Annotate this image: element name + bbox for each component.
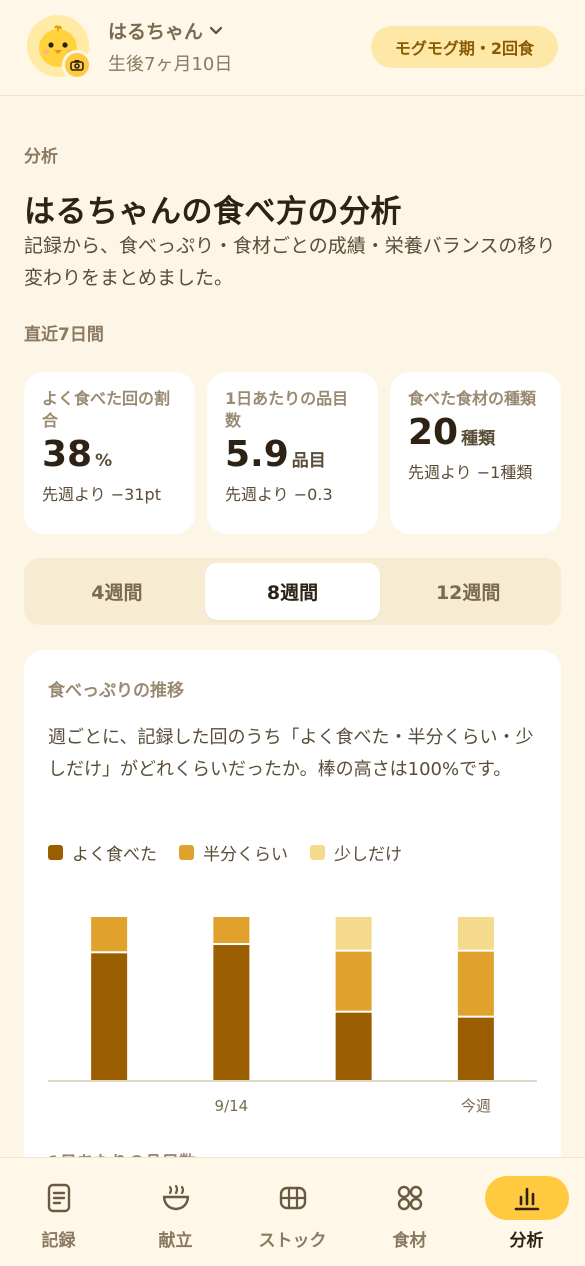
bar-segment-半分くらい <box>335 951 372 1011</box>
nav-label: 記録 <box>41 1231 76 1251</box>
nav-icon-wrap <box>17 1176 101 1220</box>
legend-item: よく食べた <box>48 840 157 865</box>
bottom-nav: 記録 献立 ストック 食材 分析 <box>0 1157 585 1266</box>
menu-bowl-icon <box>162 1184 189 1211</box>
stat-unit: % <box>95 451 113 471</box>
range-tab-12-weeks[interactable]: 12週間 <box>380 563 556 620</box>
chart-description: 週ごとに、記録した回のうち「よく食べた・半分くらい・少しだけ」がどれくらいだった… <box>48 727 534 780</box>
bar-segment-よく食べた <box>91 953 128 1080</box>
camera-icon[interactable] <box>62 50 92 80</box>
ingredients-icon <box>397 1185 422 1211</box>
nav-label: 献立 <box>158 1231 193 1251</box>
legend-swatch <box>179 845 194 860</box>
chart-title: 食べっぷりの推移 <box>48 681 184 701</box>
section-label: 分析 <box>24 147 58 167</box>
stock-tray-icon <box>279 1186 306 1210</box>
nav-item-ingredients[interactable]: 食材 <box>351 1158 468 1266</box>
child-switcher[interactable]: はるちゃん <box>108 17 223 44</box>
bar-segment-よく食べた <box>335 1012 372 1080</box>
analysis-chart-icon <box>514 1187 539 1211</box>
bar-segment-半分くらい <box>91 917 128 952</box>
legend-swatch <box>48 845 63 860</box>
eating-trend-card: 食べっぷりの推移 週ごとに、記録した回のうち「よく食べた・半分くらい・少しだけ」… <box>24 650 561 1210</box>
page-title: はるちゃんの食べ方の分析 <box>24 194 402 230</box>
nav-icon-wrap <box>368 1176 452 1220</box>
nav-label: ストック <box>258 1231 327 1251</box>
nav-label: 分析 <box>509 1231 544 1251</box>
nav-item-stock[interactable]: ストック <box>234 1158 351 1266</box>
stat-value: 20 <box>408 412 459 453</box>
nav-icon-wrap <box>134 1176 218 1220</box>
nav-icon-wrap <box>251 1176 335 1220</box>
stat-title: 1日あたりの品目数 <box>225 389 349 430</box>
bar-segment-少しだけ <box>457 917 494 950</box>
range-tab-4-weeks[interactable]: 4週間 <box>29 563 205 620</box>
bar-segment-少しだけ <box>335 917 372 950</box>
bar-segment-半分くらい <box>457 951 494 1016</box>
range-selector: 4週間 8週間 12週間 <box>24 558 561 625</box>
record-icon <box>47 1183 70 1213</box>
page-description: 記録から、食べっぷり・食材ごとの成績・栄養バランスの移り変わりをまとめました。 <box>24 235 556 289</box>
legend-swatch <box>310 845 325 860</box>
stat-delta: 先週より −31pt <box>42 485 161 504</box>
chart-legend: よく食べた 半分くらい 少しだけ <box>48 840 402 865</box>
stat-title: よく食べた回の割合 <box>42 389 171 430</box>
bar-segment-よく食べた <box>457 1017 494 1080</box>
stacked-bar-chart: 9/14 今週 <box>48 917 537 1115</box>
x-tick-label: 9/14 <box>215 1097 249 1115</box>
stat-card-ingredient-variety: 食べた食材の種類 20 種類 先週より −1種類 <box>390 372 561 534</box>
stage-badge: モグモグ期・2回食 <box>371 26 558 68</box>
period-label: 直近7日間 <box>24 325 104 345</box>
child-age: 生後7ヶ月10日 <box>108 54 233 75</box>
stat-value: 38 <box>42 434 93 475</box>
stat-unit: 種類 <box>461 429 496 449</box>
legend-item: 少しだけ <box>310 840 402 865</box>
stat-unit: 品目 <box>291 451 326 471</box>
nav-item-record[interactable]: 記録 <box>0 1158 117 1266</box>
nav-label: 食材 <box>392 1231 427 1251</box>
stat-delta: 先週より −1種類 <box>408 463 533 482</box>
chevron-down-icon <box>209 26 223 34</box>
stat-value: 5.9 <box>225 434 289 475</box>
stat-card-items-per-day: 1日あたりの品目数 5.9 品目 先週より −0.3 <box>207 372 378 534</box>
nav-icon-wrap <box>484 1176 569 1220</box>
stat-title: 食べた食材の種類 <box>408 389 537 408</box>
legend-label: よく食べた <box>72 845 157 865</box>
legend-label: 半分くらい <box>203 845 288 865</box>
bar-segment-半分くらい <box>213 917 250 944</box>
stat-card-well-eaten-ratio: よく食べた回の割合 38 % 先週より −31pt <box>24 372 195 534</box>
nav-item-analysis[interactable]: 分析 <box>468 1158 585 1266</box>
child-name: はるちゃん <box>108 21 204 43</box>
range-tab-8-weeks[interactable]: 8週間 <box>204 563 381 620</box>
x-tick-label: 今週 <box>461 1097 491 1115</box>
app-header: はるちゃん 生後7ヶ月10日 モグモグ期・2回食 <box>0 0 585 96</box>
stat-delta: 先週より −0.3 <box>225 485 333 504</box>
legend-item: 半分くらい <box>179 840 288 865</box>
legend-label: 少しだけ <box>334 845 402 865</box>
nav-item-menu[interactable]: 献立 <box>117 1158 234 1266</box>
bar-segment-よく食べた <box>213 945 250 1080</box>
